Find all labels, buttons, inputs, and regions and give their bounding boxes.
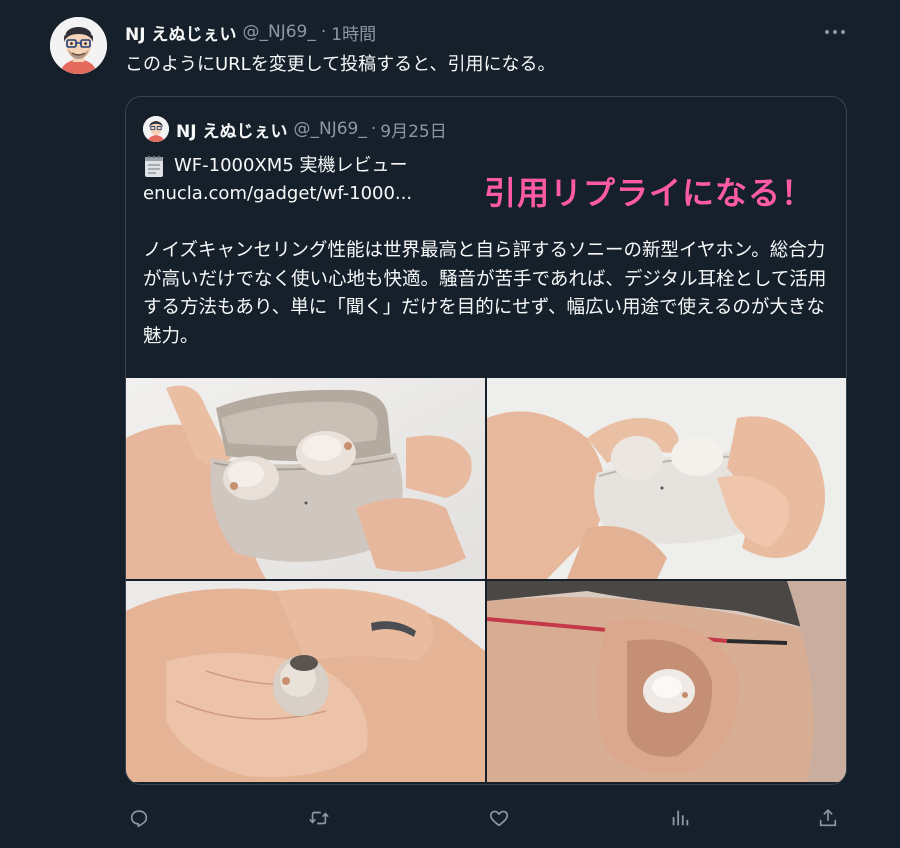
reply-icon <box>130 810 148 828</box>
quote-author-avatar <box>143 116 169 142</box>
share-icon <box>819 809 837 827</box>
views-button[interactable] <box>664 800 696 836</box>
more-options-button[interactable] <box>822 20 848 44</box>
quote-separator: · <box>370 119 377 139</box>
media-grid <box>126 378 846 784</box>
reply-button[interactable] <box>123 800 155 836</box>
author-handle[interactable]: @_NJ69_ <box>242 22 315 42</box>
quote-header: NJ えぬじぇい @_NJ69_ · 9月25日 <box>143 116 447 142</box>
header-separator: · <box>320 22 327 42</box>
tweet-text: このようにURLを変更して投稿すると、引用になる。 <box>125 54 556 75</box>
like-button[interactable] <box>483 800 515 836</box>
quote-link-title-line: WF-1000XM5 実機レビュー <box>143 153 408 179</box>
quoted-tweet-card[interactable]: NJ えぬじぇい @_NJ69_ · 9月25日 WF-1000XM5 実機レビ… <box>125 96 847 785</box>
quote-author-name: NJ えぬじぇい <box>176 121 288 142</box>
quote-link-url[interactable]: enucla.com/gadget/wf-1000... <box>143 181 412 207</box>
avatar-illustration <box>50 17 107 74</box>
more-horizontal-icon <box>825 30 845 34</box>
author-name[interactable]: NJ えぬじぇい <box>125 20 236 45</box>
heart-icon <box>489 810 509 827</box>
share-button[interactable] <box>812 800 844 836</box>
photo-taking-earbud-from-case[interactable] <box>487 378 846 579</box>
author-avatar[interactable] <box>50 17 107 74</box>
quote-author-handle: @_NJ69_ <box>293 119 367 139</box>
tweet-header: NJ えぬじぇい @_NJ69_ · 1時間 <box>125 20 376 45</box>
annotation-text: 引用リプライになる！ <box>484 174 815 212</box>
quote-date: 9月25日 <box>380 121 447 142</box>
quote-link-title: WF-1000XM5 実機レビュー <box>174 155 408 176</box>
quote-body-text: ノイズキャンセリング性能は世界最高と自ら評するソニーの新型イヤホン。総合力が高い… <box>143 240 827 347</box>
retweet-icon <box>309 811 329 825</box>
photo-earbud-on-palm[interactable] <box>126 581 485 782</box>
tweet-timestamp[interactable]: 1時間 <box>331 20 376 45</box>
memo-icon <box>143 154 165 178</box>
analytics-icon <box>672 810 689 826</box>
retweet-button[interactable] <box>303 800 335 836</box>
photo-earbud-in-ear[interactable] <box>487 581 846 782</box>
avatar-illustration <box>143 116 169 142</box>
photo-open-case-with-earbuds[interactable] <box>126 378 485 579</box>
tweet: NJ えぬじぇい @_NJ69_ · 1時間 このようにURLを変更して投稿する… <box>0 0 900 848</box>
tweet-action-bar <box>125 800 847 836</box>
